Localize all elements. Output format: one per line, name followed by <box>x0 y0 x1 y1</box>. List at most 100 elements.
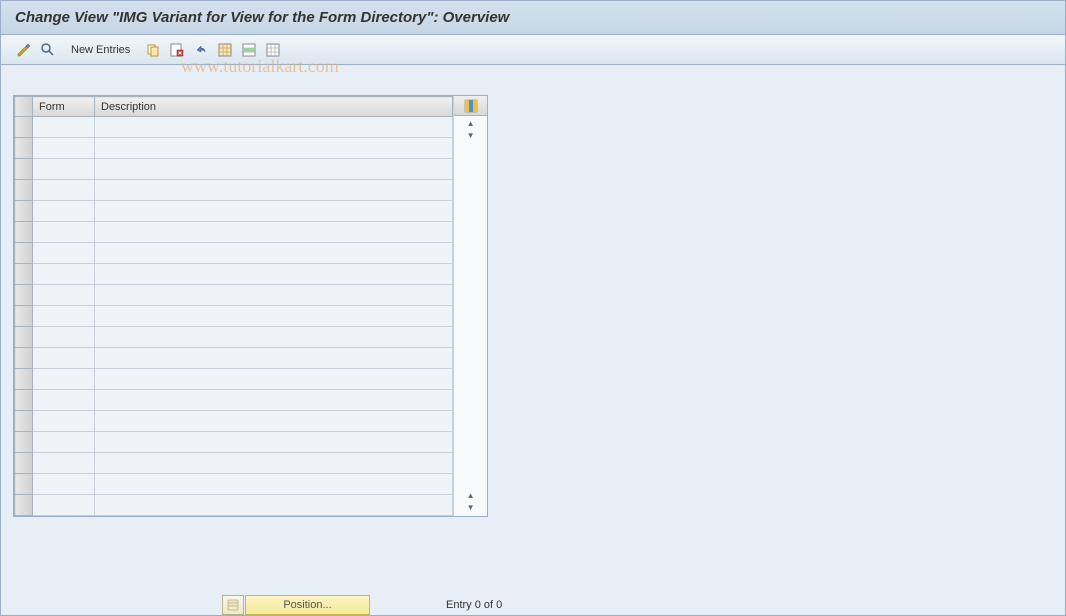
table-row <box>15 390 453 411</box>
cell-description[interactable] <box>95 285 453 306</box>
delete-icon[interactable] <box>168 41 186 59</box>
cell-form[interactable] <box>33 390 95 411</box>
cell-description[interactable] <box>95 474 453 495</box>
new-entries-button[interactable]: New Entries <box>63 42 138 58</box>
cell-description[interactable] <box>95 180 453 201</box>
select-block-icon[interactable] <box>240 41 258 59</box>
scroll-down-icon[interactable]: ▼ <box>466 130 476 140</box>
position-button[interactable]: Position... <box>245 595 370 615</box>
row-selector[interactable] <box>15 369 33 390</box>
row-selector[interactable] <box>15 243 33 264</box>
cell-description[interactable] <box>95 243 453 264</box>
row-selector[interactable] <box>15 495 33 516</box>
scroll-down-bottom-icon[interactable]: ▼ <box>466 502 476 512</box>
find-icon[interactable] <box>39 41 57 59</box>
cell-form[interactable] <box>33 159 95 180</box>
table-settings-icon[interactable] <box>454 96 487 116</box>
column-header-description[interactable]: Description <box>95 97 453 117</box>
form-directory-table: Form Description <box>14 96 453 516</box>
cell-description[interactable] <box>95 432 453 453</box>
cell-description[interactable] <box>95 117 453 138</box>
table-row <box>15 411 453 432</box>
cell-form[interactable] <box>33 117 95 138</box>
table-row <box>15 201 453 222</box>
row-selector[interactable] <box>15 201 33 222</box>
main-content-area: Form Description ▲ ▼ ▲ ▼ <box>1 65 1065 529</box>
row-selector[interactable] <box>15 285 33 306</box>
table-row <box>15 243 453 264</box>
cell-form[interactable] <box>33 222 95 243</box>
undo-icon[interactable] <box>192 41 210 59</box>
cell-form[interactable] <box>33 138 95 159</box>
row-selector[interactable] <box>15 264 33 285</box>
row-selector[interactable] <box>15 222 33 243</box>
cell-description[interactable] <box>95 411 453 432</box>
row-selector[interactable] <box>15 390 33 411</box>
table-scroll-panel: ▲ ▼ ▲ ▼ <box>453 96 487 516</box>
table-row <box>15 285 453 306</box>
scroll-up-icon[interactable]: ▲ <box>466 118 476 128</box>
cell-description[interactable] <box>95 348 453 369</box>
row-selector[interactable] <box>15 411 33 432</box>
table-row <box>15 222 453 243</box>
page-title: Change View "IMG Variant for View for th… <box>1 1 1065 35</box>
table-row <box>15 117 453 138</box>
table-row <box>15 474 453 495</box>
table-row <box>15 348 453 369</box>
cell-form[interactable] <box>33 201 95 222</box>
cell-form[interactable] <box>33 453 95 474</box>
cell-description[interactable] <box>95 390 453 411</box>
cell-form[interactable] <box>33 327 95 348</box>
select-all-icon[interactable] <box>216 41 234 59</box>
cell-description[interactable] <box>95 327 453 348</box>
cell-form[interactable] <box>33 348 95 369</box>
cell-form[interactable] <box>33 432 95 453</box>
cell-form[interactable] <box>33 243 95 264</box>
configuration-icon[interactable] <box>222 595 244 615</box>
change-icon[interactable] <box>15 41 33 59</box>
row-selector[interactable] <box>15 432 33 453</box>
cell-form[interactable] <box>33 411 95 432</box>
cell-description[interactable] <box>95 306 453 327</box>
table-row <box>15 453 453 474</box>
cell-form[interactable] <box>33 264 95 285</box>
cell-description[interactable] <box>95 369 453 390</box>
cell-description[interactable] <box>95 138 453 159</box>
row-selector[interactable] <box>15 138 33 159</box>
cell-form[interactable] <box>33 306 95 327</box>
cell-form[interactable] <box>33 369 95 390</box>
deselect-all-icon[interactable] <box>264 41 282 59</box>
cell-description[interactable] <box>95 222 453 243</box>
row-selector[interactable] <box>15 306 33 327</box>
table-row <box>15 369 453 390</box>
row-selector[interactable] <box>15 474 33 495</box>
table-row <box>15 327 453 348</box>
row-selector[interactable] <box>15 159 33 180</box>
cell-form[interactable] <box>33 474 95 495</box>
table-row <box>15 138 453 159</box>
table-row <box>15 264 453 285</box>
row-selector[interactable] <box>15 117 33 138</box>
cell-form[interactable] <box>33 285 95 306</box>
cell-description[interactable] <box>95 264 453 285</box>
cell-description[interactable] <box>95 201 453 222</box>
column-header-selector[interactable] <box>15 97 33 117</box>
row-selector[interactable] <box>15 348 33 369</box>
table-row <box>15 180 453 201</box>
cell-description[interactable] <box>95 453 453 474</box>
row-selector[interactable] <box>15 327 33 348</box>
cell-form[interactable] <box>33 180 95 201</box>
scroll-up-bottom-icon[interactable]: ▲ <box>466 490 476 500</box>
cell-description[interactable] <box>95 495 453 516</box>
cell-description[interactable] <box>95 159 453 180</box>
column-header-form[interactable]: Form <box>33 97 95 117</box>
copy-icon[interactable] <box>144 41 162 59</box>
table-control: Form Description ▲ ▼ ▲ ▼ <box>13 95 488 517</box>
table-row <box>15 432 453 453</box>
row-selector[interactable] <box>15 453 33 474</box>
application-toolbar: New Entries <box>1 35 1065 65</box>
entry-count-label: Entry 0 of 0 <box>446 599 502 611</box>
table-row <box>15 495 453 516</box>
row-selector[interactable] <box>15 180 33 201</box>
cell-form[interactable] <box>33 495 95 516</box>
